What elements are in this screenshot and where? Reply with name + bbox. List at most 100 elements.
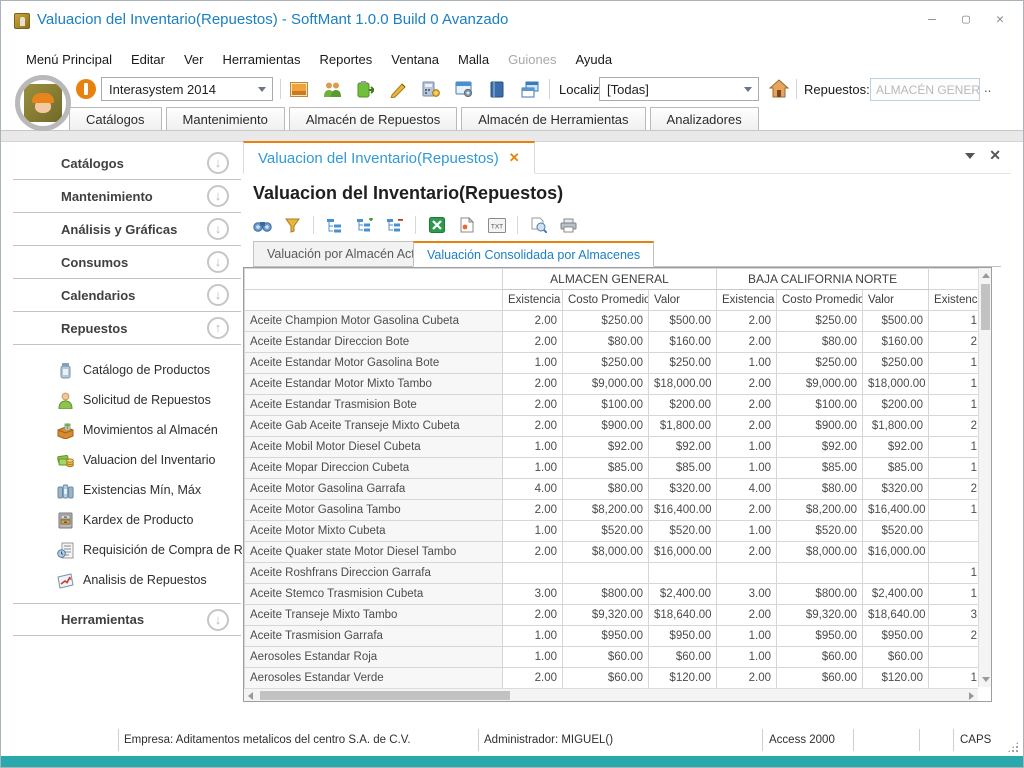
table-row[interactable]: Aceite Trasmision Garrafa1.00$950.00$950… <box>245 626 980 647</box>
value-cell[interactable]: $250.00 <box>649 353 717 374</box>
minimize-button[interactable]: – <box>923 11 941 29</box>
value-cell[interactable]: $8,000.00 <box>777 542 863 563</box>
value-cell[interactable]: 1.00 <box>503 647 563 668</box>
value-cell[interactable]: $250.00 <box>563 311 649 332</box>
document-tab[interactable]: Valuacion del Inventario(Repuestos) ✕ <box>243 141 535 174</box>
value-cell[interactable]: $200.00 <box>863 395 929 416</box>
value-cell[interactable]: $950.00 <box>649 626 717 647</box>
column-header-costo-promedio[interactable]: Costo Promedio <box>563 290 649 311</box>
value-cell[interactable]: 3.00 <box>929 605 979 626</box>
sidebar-section-calendarios[interactable]: Calendarios ↓ <box>13 279 241 312</box>
value-cell[interactable]: 2.00 <box>503 395 563 416</box>
product-name-cell[interactable]: Aerosoles Estandar Roja <box>245 647 503 668</box>
value-cell[interactable]: $800.00 <box>563 584 649 605</box>
horizontal-scroll-thumb[interactable] <box>260 691 510 700</box>
expand-down-icon[interactable]: ↓ <box>207 152 229 174</box>
column-header-valor[interactable]: Valor <box>863 290 929 311</box>
value-cell[interactable]: 2.00 <box>929 626 979 647</box>
product-name-cell[interactable]: Aceite Estandar Motor Gasolina Bote <box>245 353 503 374</box>
sidebar-section-mantenimiento[interactable]: Mantenimiento ↓ <box>13 180 241 213</box>
value-cell[interactable]: $18,640.00 <box>649 605 717 626</box>
value-cell[interactable]: $85.00 <box>649 458 717 479</box>
column-header-valor[interactable]: Valor <box>649 290 717 311</box>
value-cell[interactable]: $85.00 <box>777 458 863 479</box>
collapse-up-icon[interactable]: ↑ <box>207 317 229 339</box>
group-header-almacen-general[interactable]: ALMACEN GENERAL <box>503 269 717 290</box>
product-name-cell[interactable]: Aceite Quaker state Motor Diesel Tambo <box>245 542 503 563</box>
expand-down-icon[interactable]: ↓ <box>207 609 229 631</box>
value-cell[interactable]: 1.00 <box>503 521 563 542</box>
value-cell[interactable]: 1.00 <box>717 437 777 458</box>
sidebar-item-existencias-min-max[interactable]: Existencias Mín, Máx <box>13 475 241 505</box>
scroll-right-icon[interactable] <box>969 692 974 700</box>
value-cell[interactable]: $8,000.00 <box>563 542 649 563</box>
value-cell[interactable]: $900.00 <box>563 416 649 437</box>
value-cell[interactable]: 3.00 <box>503 584 563 605</box>
scroll-down-icon[interactable] <box>982 677 990 682</box>
home-icon[interactable] <box>769 79 789 99</box>
value-cell[interactable]: $9,000.00 <box>563 374 649 395</box>
menu-editar[interactable]: Editar <box>131 52 165 67</box>
value-cell[interactable]: $2,400.00 <box>649 584 717 605</box>
value-cell[interactable]: 2.00 <box>717 311 777 332</box>
tree-collapse-icon[interactable] <box>385 216 404 235</box>
sidebar-section-analisis-y-graficas[interactable]: Análisis y Gráficas ↓ <box>13 213 241 246</box>
inventory-in-icon[interactable] <box>355 79 375 99</box>
table-row[interactable]: Aceite Mobil Motor Diesel Cubeta 1.00 $92.… <box>245 437 980 458</box>
product-name-cell[interactable]: Aceite Estandar Motor Mixto Tambo <box>245 374 503 395</box>
product-name-cell[interactable]: Aceite Estandar Trasmision Bote <box>245 395 503 416</box>
expand-down-icon[interactable]: ↓ <box>207 218 229 240</box>
preview-icon[interactable] <box>529 216 548 235</box>
scroll-left-icon[interactable] <box>248 692 253 700</box>
value-cell[interactable]: 2.00 <box>929 332 979 353</box>
value-cell[interactable]: 2.00 <box>503 605 563 626</box>
product-name-cell[interactable]: Aceite Motor Mixto Cubeta <box>245 521 503 542</box>
value-cell[interactable]: 3.00 <box>717 584 777 605</box>
value-cell[interactable]: $9,000.00 <box>777 374 863 395</box>
value-cell[interactable] <box>777 563 863 584</box>
value-cell[interactable]: 2.00 <box>503 311 563 332</box>
value-cell[interactable]: $60.00 <box>563 668 649 689</box>
menu-reportes[interactable]: Reportes <box>320 52 373 67</box>
sidebar-item-solicitud-de-repuestos[interactable]: Solicitud de Repuestos <box>13 385 241 415</box>
value-cell[interactable]: $80.00 <box>563 332 649 353</box>
value-cell[interactable]: $160.00 <box>863 332 929 353</box>
value-cell[interactable] <box>929 521 979 542</box>
menu-malla[interactable]: Malla <box>458 52 489 67</box>
product-name-cell[interactable]: Aceite Trasmision Garrafa <box>245 626 503 647</box>
value-cell[interactable]: $60.00 <box>563 647 649 668</box>
value-cell[interactable]: $16,400.00 <box>649 500 717 521</box>
value-cell[interactable]: $9,320.00 <box>563 605 649 626</box>
value-cell[interactable]: $1,800.00 <box>649 416 717 437</box>
product-name-cell[interactable]: Aceite Gab Aceite Transeje Mixto Cubeta <box>245 416 503 437</box>
menu-ventana[interactable]: Ventana <box>391 52 439 67</box>
value-cell[interactable]: 2.00 <box>717 605 777 626</box>
value-cell[interactable]: 1.00 <box>503 353 563 374</box>
value-cell[interactable]: $500.00 <box>649 311 717 332</box>
value-cell[interactable]: $85.00 <box>563 458 649 479</box>
tree-icon[interactable] <box>325 216 344 235</box>
product-name-cell[interactable]: Aceite Champion Motor Gasolina Cubeta <box>245 311 503 332</box>
txt-icon[interactable]: TXT <box>487 216 506 235</box>
product-name-cell[interactable]: Aceite Mobil Motor Diesel Cubeta <box>245 437 503 458</box>
value-cell[interactable]: $250.00 <box>777 311 863 332</box>
edit-pencil-icon[interactable] <box>388 79 408 99</box>
product-name-cell[interactable]: Aceite Stemco Trasmision Cubeta <box>245 584 503 605</box>
value-cell[interactable]: $85.00 <box>863 458 929 479</box>
value-cell[interactable]: $18,000.00 <box>649 374 717 395</box>
table-row[interactable]: Aceite Transeje Mixto Tambo2.00$9,320.00… <box>245 605 980 626</box>
column-header-existencia[interactable]: Existencia <box>503 290 563 311</box>
value-cell[interactable]: $8,200.00 <box>563 500 649 521</box>
value-cell[interactable]: $92.00 <box>863 437 929 458</box>
value-cell[interactable]: $16,000.00 <box>649 542 717 563</box>
excel-icon[interactable] <box>427 216 446 235</box>
value-cell[interactable]: $60.00 <box>649 647 717 668</box>
windows-cascade-icon[interactable] <box>520 79 540 99</box>
value-cell[interactable]: $520.00 <box>563 521 649 542</box>
vertical-scrollbar[interactable] <box>978 268 991 687</box>
close-button[interactable]: ✕ <box>991 11 1009 29</box>
horizontal-scrollbar[interactable] <box>244 688 978 701</box>
value-cell[interactable]: 2.00 <box>717 395 777 416</box>
column-header-costo-promedio[interactable]: Costo Promedio <box>777 290 863 311</box>
value-cell[interactable]: $120.00 <box>649 668 717 689</box>
